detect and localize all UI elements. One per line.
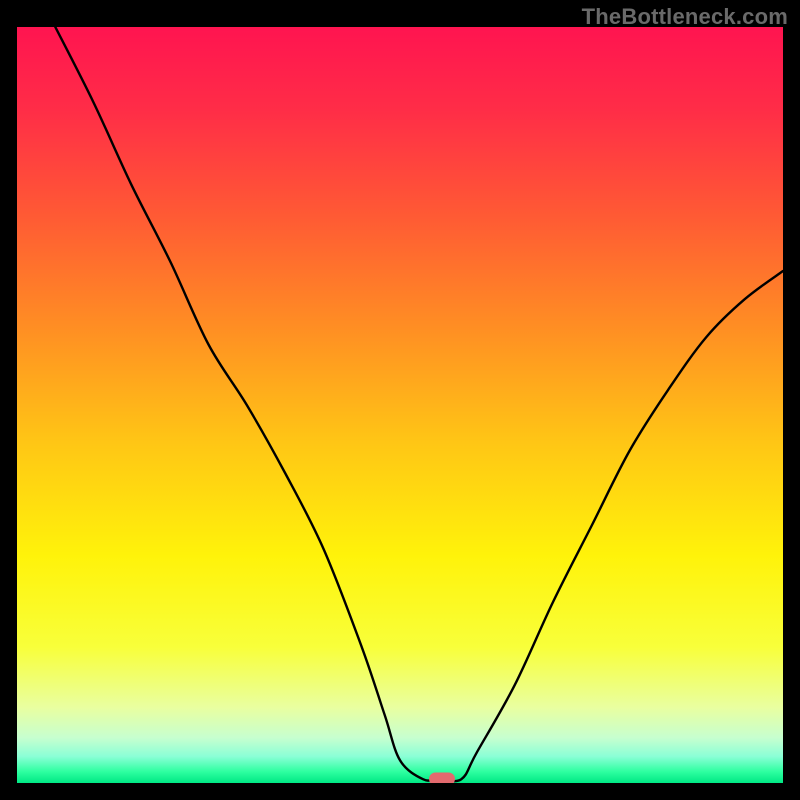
watermark-text: TheBottleneck.com [582, 4, 788, 30]
bottleneck-curve [17, 27, 783, 783]
chart-frame: TheBottleneck.com [0, 0, 800, 800]
optimal-marker [429, 773, 455, 783]
plot-area [17, 27, 783, 783]
